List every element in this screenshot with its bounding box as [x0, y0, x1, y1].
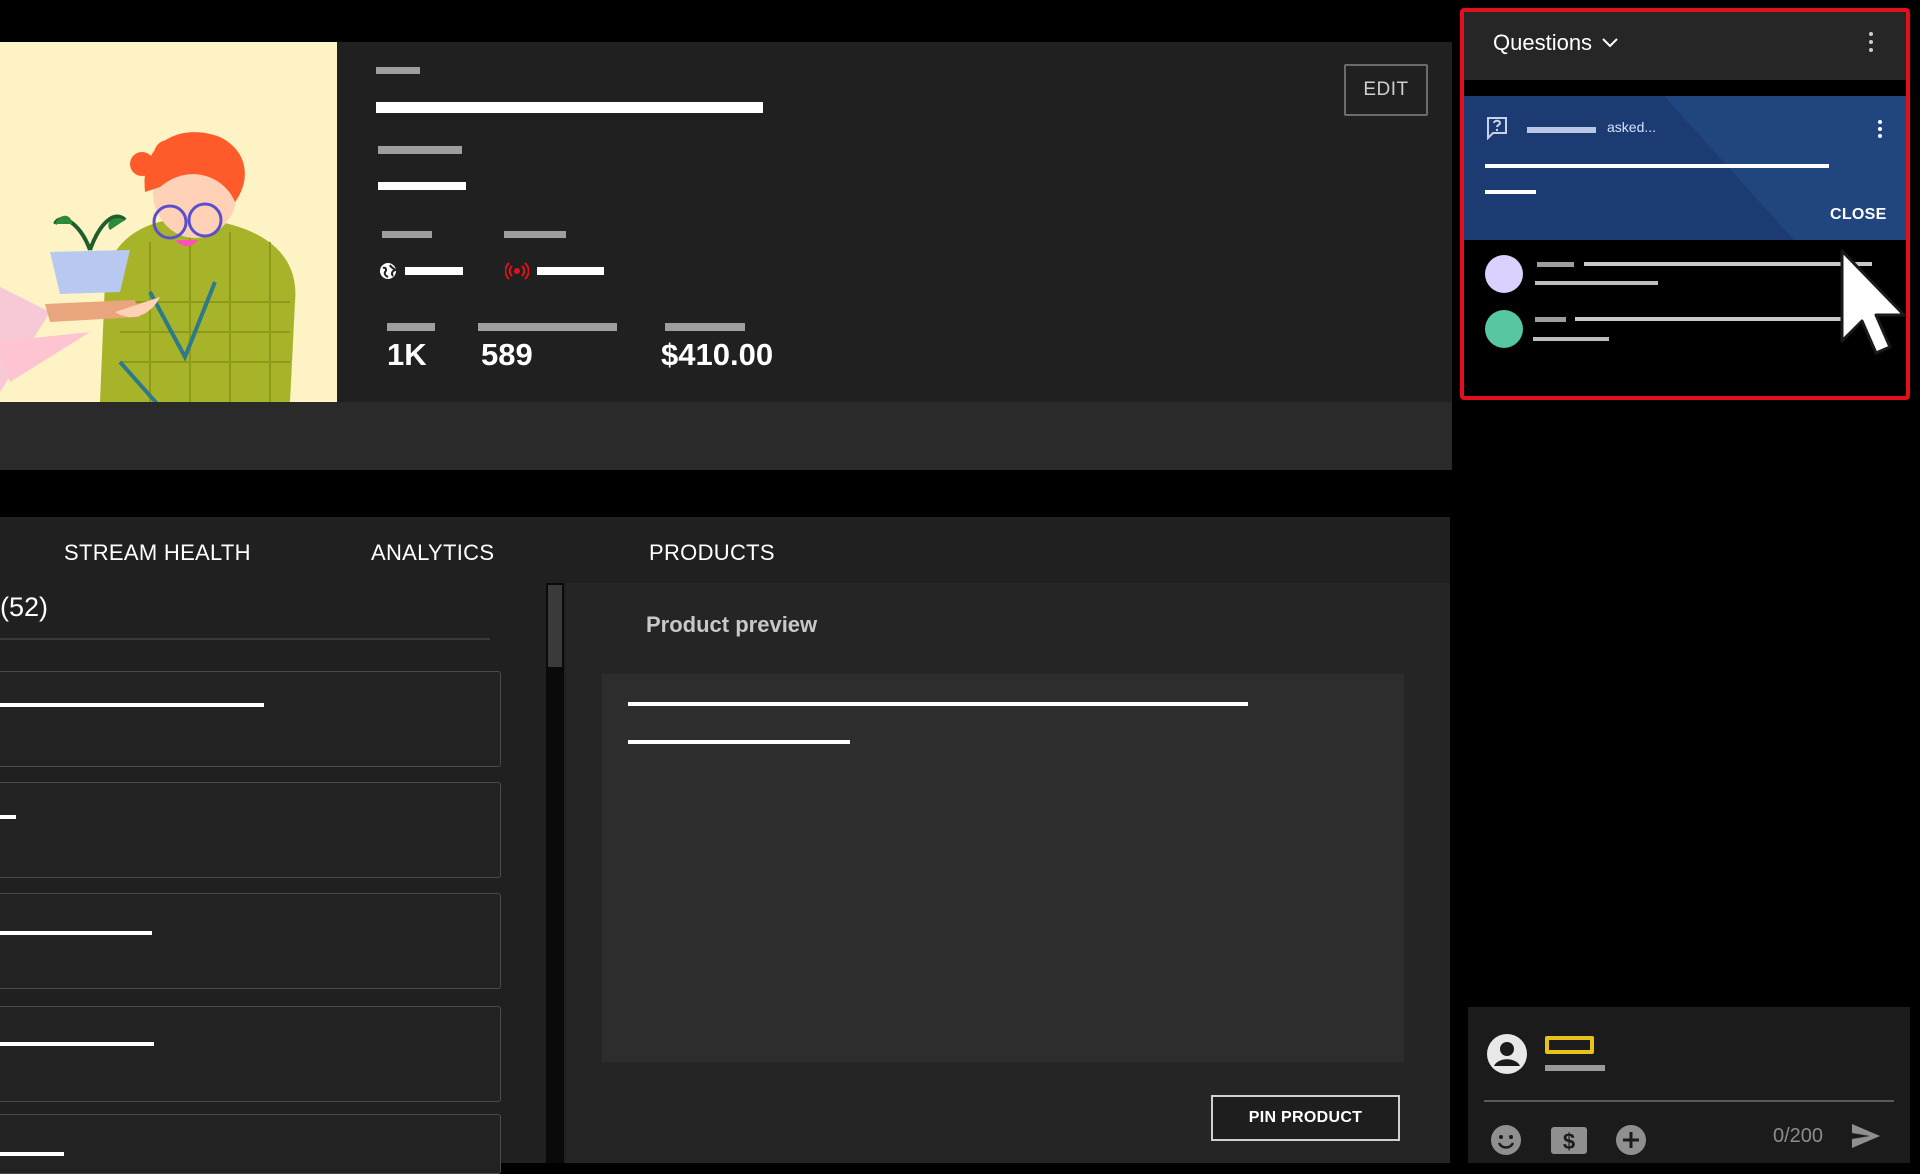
product-list-item[interactable]	[0, 782, 501, 878]
super-chat-icon[interactable]: $	[1550, 1124, 1588, 1156]
asked-label: asked...	[1607, 119, 1657, 135]
question-text-placeholder	[1485, 164, 1829, 168]
chat-input-underline[interactable]	[1484, 1100, 1894, 1102]
product-name-placeholder	[0, 931, 152, 935]
edit-button[interactable]: EDIT	[1344, 64, 1428, 116]
preview-line-placeholder	[628, 740, 850, 744]
globe-icon	[379, 262, 397, 280]
product-preview-box	[602, 674, 1404, 1062]
preview-line-placeholder	[628, 702, 1248, 706]
product-list-scrollbar-thumb[interactable]	[548, 585, 562, 667]
close-question-button[interactable]: CLOSE	[1830, 206, 1887, 224]
avatar	[1485, 255, 1523, 293]
product-name-placeholder	[0, 1152, 64, 1156]
product-list-scrollbar[interactable]	[546, 583, 564, 1163]
question-icon	[1486, 116, 1508, 140]
chat-badge-icon	[1545, 1036, 1594, 1054]
add-icon[interactable]	[1615, 1124, 1647, 1156]
emoji-icon[interactable]	[1490, 1124, 1522, 1156]
question-text-placeholder	[1485, 190, 1536, 194]
character-counter: 0/200	[1773, 1125, 1824, 1147]
message-text-placeholder	[1533, 337, 1609, 341]
stat-viewers-value: 1K	[387, 337, 427, 372]
stream-label-placeholder	[376, 67, 420, 74]
message-text-placeholder	[1584, 262, 1872, 266]
stat-label-placeholder	[478, 323, 617, 331]
latency-label-placeholder	[504, 231, 566, 238]
visibility-label-placeholder	[382, 231, 432, 238]
stream-thumbnail	[0, 42, 337, 402]
user-avatar-icon	[1486, 1033, 1528, 1075]
stat-label-placeholder	[665, 323, 745, 331]
stream-title-placeholder	[376, 102, 763, 113]
chat-input-panel	[1468, 1007, 1910, 1163]
avatar	[1485, 310, 1523, 348]
pin-product-button[interactable]: PIN PRODUCT	[1211, 1095, 1400, 1141]
question-more-icon[interactable]	[1875, 118, 1885, 142]
author-name-placeholder	[1537, 262, 1574, 267]
live-broadcast-icon	[505, 261, 529, 281]
product-list-item[interactable]	[0, 893, 501, 989]
questions-dropdown[interactable]: Questions	[1493, 30, 1618, 56]
product-preview-title: Product preview	[646, 612, 818, 637]
stream-meta-label-placeholder	[378, 146, 462, 154]
stat-revenue-value: $410.00	[661, 337, 774, 372]
chevron-down-icon	[1602, 38, 1618, 48]
tab-stream-health[interactable]: STREAM HEALTH	[64, 540, 251, 566]
product-list-divider	[0, 638, 490, 640]
stat-count-value: 589	[481, 337, 533, 372]
product-name-placeholder	[0, 815, 16, 819]
stream-meta-value-placeholder	[378, 182, 466, 190]
asker-name-placeholder	[1527, 127, 1596, 133]
thumbnail-illustration	[0, 42, 337, 402]
message-text-placeholder	[1535, 281, 1658, 285]
product-name-placeholder	[0, 703, 264, 707]
visibility-value-placeholder	[405, 267, 463, 275]
tab-analytics[interactable]: ANALYTICS	[371, 540, 494, 566]
stat-label-placeholder	[387, 323, 435, 331]
mouse-cursor-icon	[1838, 249, 1910, 365]
product-list-item[interactable]	[0, 1006, 501, 1102]
latency-value-placeholder	[537, 267, 604, 275]
product-list-item[interactable]	[0, 1114, 501, 1174]
chat-username-placeholder	[1545, 1065, 1605, 1071]
svg-text:$: $	[1563, 1129, 1575, 1154]
product-list-title: (52)	[0, 592, 49, 622]
tab-products[interactable]: PRODUCTS	[649, 540, 775, 566]
product-name-placeholder	[0, 1042, 154, 1046]
stream-card-footer	[0, 402, 1452, 470]
send-icon[interactable]	[1850, 1122, 1882, 1150]
more-options-icon[interactable]	[1866, 30, 1876, 54]
questions-dropdown-label: Questions	[1493, 30, 1593, 55]
author-name-placeholder	[1535, 317, 1566, 322]
product-list-item[interactable]	[0, 671, 501, 767]
message-text-placeholder	[1575, 317, 1872, 321]
